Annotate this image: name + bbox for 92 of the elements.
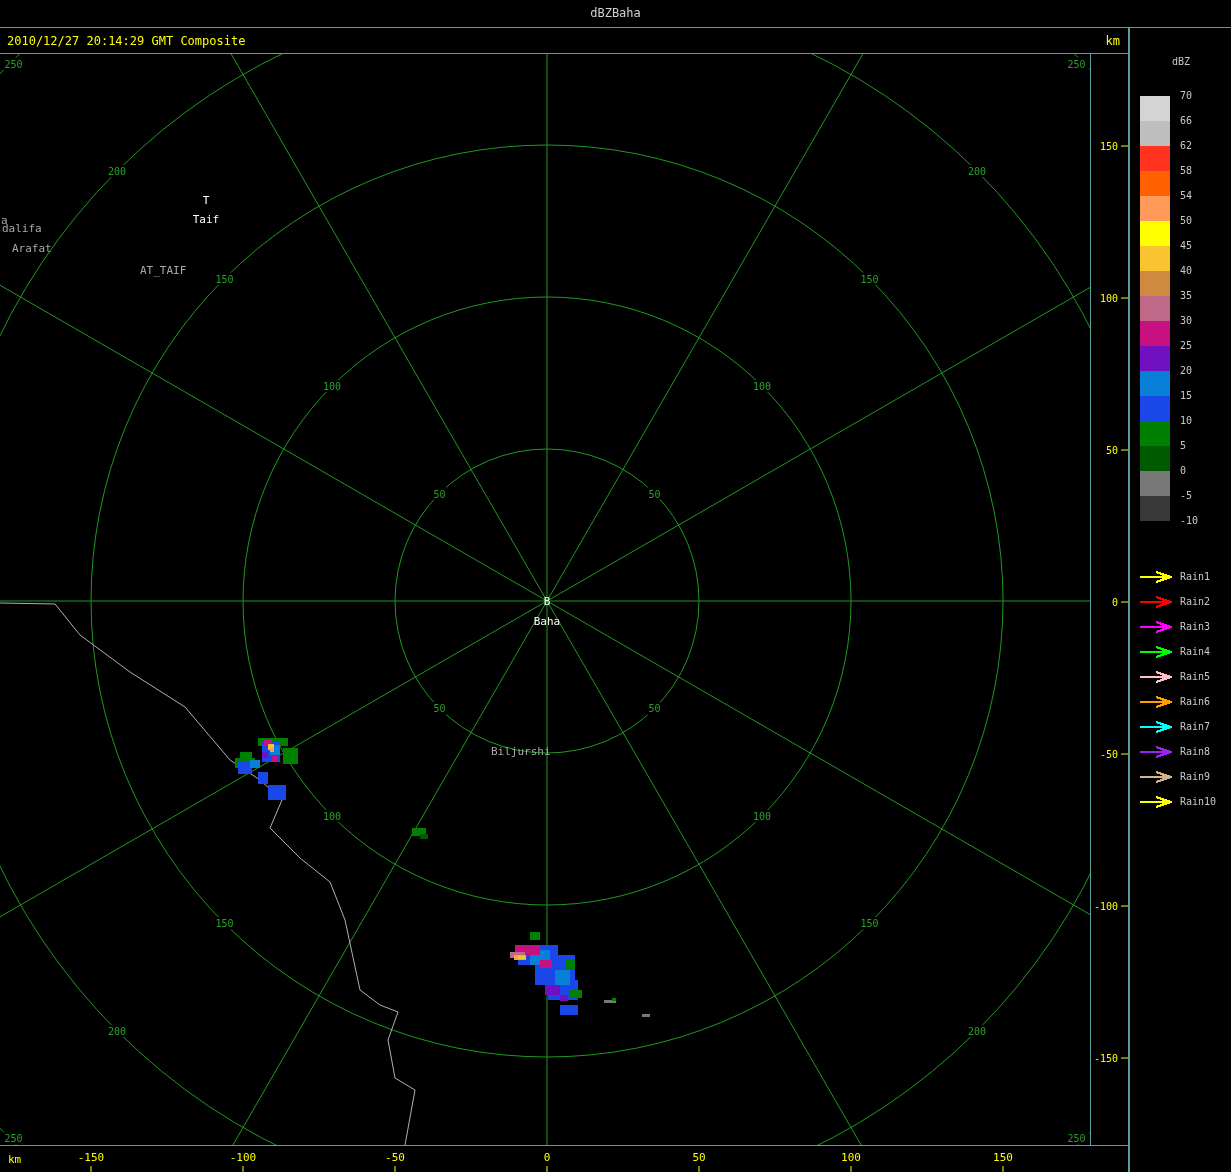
axis-tick [1120, 449, 1128, 451]
place-label: Taif [192, 213, 220, 226]
place-marker: T [202, 194, 210, 207]
axis-tick [1120, 601, 1128, 603]
range-label: 150 [860, 273, 879, 285]
range-label: 100 [752, 381, 771, 393]
place-label: Baha [533, 615, 561, 628]
range-label: 200 [967, 1025, 986, 1037]
track-label: Rain9 [1180, 771, 1211, 782]
track-label: Rain6 [1180, 696, 1211, 707]
track-label: Rain4 [1180, 646, 1211, 657]
axis-label: -50 [1099, 749, 1118, 760]
scale-label: 70 [1180, 90, 1193, 102]
scale-label: 30 [1180, 315, 1193, 327]
range-label: 250 [4, 1133, 23, 1145]
scale-label: 58 [1180, 165, 1193, 177]
axis-tick [850, 1165, 852, 1172]
scale-label: 54 [1180, 190, 1193, 202]
axis-label: -150 [77, 1151, 105, 1164]
range-label: 250 [4, 58, 23, 70]
range-label: 250 [1067, 1133, 1086, 1145]
axis-label: 0 [1111, 597, 1118, 608]
range-label: 150 [215, 273, 234, 285]
axis-label: -150 [1093, 1053, 1118, 1064]
track-label: Rain5 [1180, 671, 1211, 682]
axis-label: -50 [385, 1151, 405, 1164]
scale-label: -10 [1180, 515, 1199, 527]
scale-label: 45 [1180, 240, 1193, 252]
scale-label: 25 [1180, 340, 1193, 352]
range-label: 200 [108, 166, 127, 178]
range-label: 50 [648, 488, 661, 500]
scale-label: 5 [1180, 440, 1187, 452]
axis-label: 150 [993, 1151, 1013, 1164]
radar-echo [604, 998, 616, 1003]
range-label: 50 [433, 703, 446, 715]
axis-tick [1002, 1165, 1004, 1172]
range-label: 150 [215, 918, 234, 930]
radar-echo [412, 828, 428, 839]
scale-label: 15 [1180, 390, 1193, 402]
axis-tick [1120, 1057, 1128, 1059]
axis-label: 0 [543, 1151, 551, 1164]
axis-tick [242, 1165, 244, 1172]
scale-label: 10 [1180, 415, 1193, 427]
unit-label: km [8, 1153, 22, 1166]
axis-tick [1120, 297, 1128, 299]
timestamp: 2010/12/27 20:14:29 GMT Composite [7, 33, 246, 48]
axis-tick [698, 1165, 700, 1172]
scale-label: 35 [1180, 290, 1193, 302]
track-label: Rain1 [1180, 571, 1211, 582]
range-label: 250 [1067, 58, 1086, 70]
track-label: Rain2 [1180, 596, 1211, 607]
legend-title: dBZ [1172, 56, 1192, 69]
axis-tick [394, 1165, 396, 1172]
place-label: Arafat [12, 242, 52, 255]
track-label: Rain10 [1180, 796, 1217, 807]
axis-label: 100 [841, 1151, 861, 1164]
range-label: 50 [433, 488, 446, 500]
axis-tick [1120, 753, 1128, 755]
axis-label: 100 [1099, 293, 1118, 304]
track-label: Rain7 [1180, 721, 1211, 732]
axis-label: 150 [1099, 141, 1118, 152]
axis-tick [1120, 905, 1128, 907]
axis-label: 50 [692, 1151, 706, 1164]
scale-label: 50 [1180, 215, 1193, 227]
scale-label: 0 [1180, 465, 1187, 477]
axis-tick [1120, 145, 1128, 147]
scale-label: 20 [1180, 365, 1193, 377]
range-label: 150 [860, 918, 879, 930]
range-label: 50 [648, 703, 661, 715]
place-label: AT_TAIF [140, 264, 187, 277]
range-label: 100 [323, 810, 342, 822]
place-label: Biljurshi [491, 745, 551, 758]
range-label: 100 [752, 810, 771, 822]
scale-label: 40 [1180, 265, 1193, 277]
radar-echo [235, 738, 298, 800]
track-label: Rain8 [1180, 746, 1211, 757]
axis-label: -100 [229, 1151, 257, 1164]
range-label: 200 [108, 1025, 127, 1037]
track-label: Rain3 [1180, 621, 1211, 632]
range-label: 100 [323, 381, 342, 393]
range-label: 200 [967, 166, 986, 178]
radar-echo [642, 1014, 650, 1017]
axis-label: -100 [1093, 901, 1118, 912]
scale-label: -5 [1180, 490, 1193, 502]
axis-tick [90, 1165, 92, 1172]
axis-tick [546, 1165, 548, 1172]
scale-label: 66 [1180, 115, 1193, 127]
unit-label: km [1105, 33, 1120, 48]
scale-label: 62 [1180, 140, 1193, 152]
place-marker: B [543, 595, 551, 608]
window-title: dBZBaha [0, 0, 1231, 28]
axis-label: 50 [1105, 445, 1118, 456]
